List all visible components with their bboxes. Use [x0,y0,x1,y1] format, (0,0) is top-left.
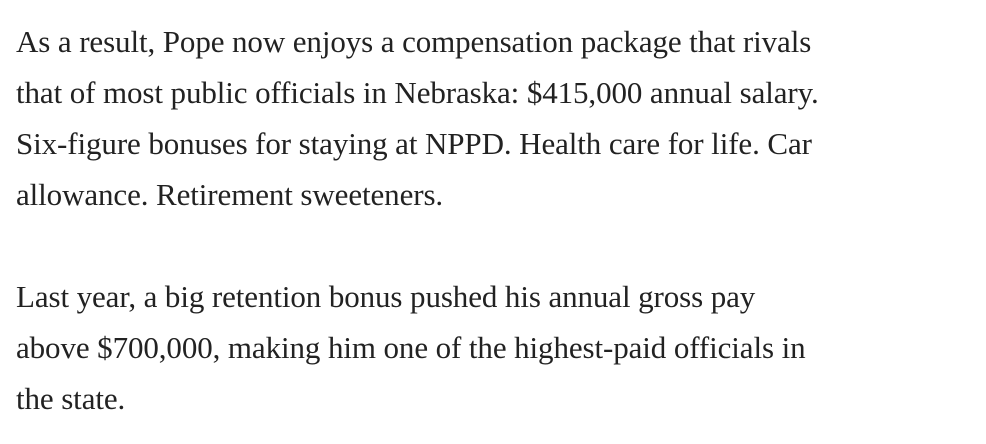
paragraph-line: above $700,000, making him one of the hi… [16,330,806,365]
paragraph-retention-bonus: Last year, a big retention bonus pushed … [16,271,976,424]
paragraph-compensation-package: As a result, Pope now enjoys a compensat… [16,16,976,220]
paragraph-line: that of most public officials in Nebrask… [16,75,819,110]
paragraph-line: As a result, Pope now enjoys a compensat… [16,24,812,59]
paragraph-line: Six-figure bonuses for staying at NPPD. … [16,126,812,161]
article-body: As a result, Pope now enjoys a compensat… [16,16,976,424]
paragraph-line: Last year, a big retention bonus pushed … [16,279,756,314]
paragraph-line: the state. [16,381,126,416]
paragraph-line: allowance. Retirement sweeteners. [16,177,444,212]
